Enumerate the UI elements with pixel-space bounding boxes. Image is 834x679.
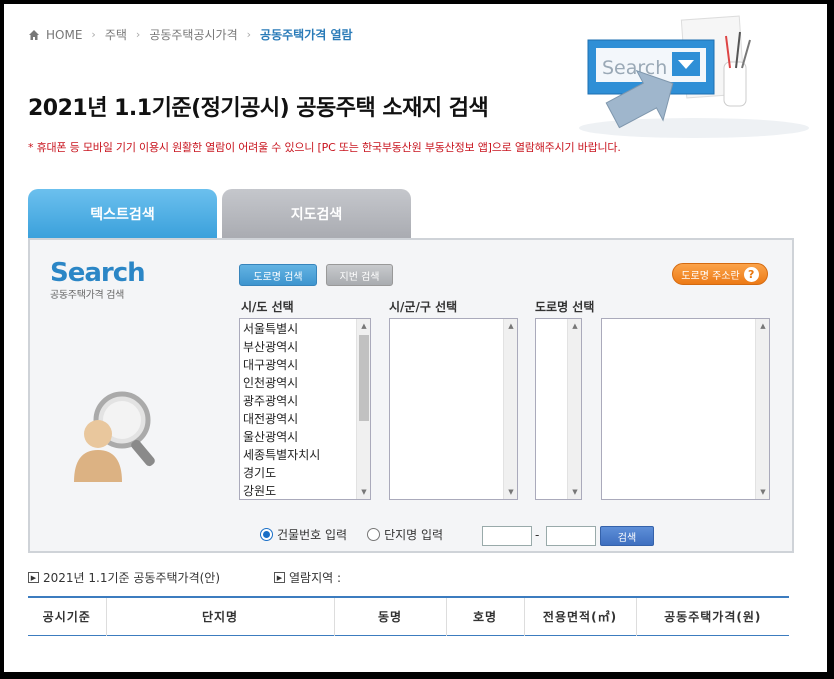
search-button[interactable]: 검색 (600, 526, 654, 546)
number-separator: - (535, 528, 540, 542)
person-magnifier-icon (74, 391, 155, 482)
table-header-row: 공시기준 단지명 동명 호명 전용면적(㎡) 공동주택가격(원) (28, 597, 789, 635)
breadcrumb: HOME › 주택 › 공동주택공시가격 › 공동주택가격 열람 (28, 26, 353, 43)
breadcrumb-current: 공동주택가격 열람 (260, 28, 353, 42)
road-name-scrollbar[interactable]: ▲ ▼ (755, 319, 769, 499)
search-logo-title: Search (50, 258, 146, 288)
tab-text-search[interactable]: 텍스트검색 (28, 189, 217, 239)
scroll-up-icon[interactable]: ▲ (568, 319, 581, 333)
sigungu-select-list[interactable]: ▲ ▼ (389, 318, 518, 500)
scroll-down-icon[interactable]: ▼ (504, 485, 517, 499)
hero-search-word: Search (602, 57, 667, 79)
chevron-right-icon: › (91, 28, 96, 41)
sigungu-scrollbar[interactable]: ▲ ▼ (503, 319, 517, 499)
col-building-name: 동명 (334, 597, 447, 635)
col-housing-price: 공동주택가격(원) (636, 597, 789, 635)
col-exclusive-area: 전용면적(㎡) (524, 597, 637, 635)
radio-complex-name-label[interactable]: 단지명 입력 (384, 526, 443, 543)
col-unit-name: 호명 (446, 597, 525, 635)
result-table: 공시기준 단지명 동명 호명 전용면적(㎡) 공동주택가격(원) (28, 596, 789, 636)
col-complex-name: 단지명 (106, 597, 335, 635)
public-notice-label: 2021년 1.1기준 공동주택가격(안) (43, 571, 221, 585)
breadcrumb-home[interactable]: HOME (46, 28, 82, 42)
mobile-notice: * 휴대폰 등 모바일 기기 이용시 원활한 열람이 어려울 수 있으니 [PC… (28, 141, 621, 154)
scroll-up-icon[interactable]: ▲ (756, 319, 769, 333)
sido-option[interactable]: 대전광역시 (243, 410, 370, 428)
sido-option[interactable]: 대구광역시 (243, 356, 370, 374)
search-panel: Search 공동주택가격 검색 도로명 검색 지번 검색 도로명 주소란 ? … (28, 238, 794, 553)
scroll-down-icon[interactable]: ▼ (357, 485, 370, 499)
home-icon (29, 29, 39, 40)
public-notice-info: ▶ 2021년 1.1기준 공동주택가격(안) (28, 569, 220, 586)
breadcrumb-item-housing[interactable]: 주택 (105, 26, 127, 43)
building-number-main-input[interactable] (482, 526, 532, 546)
sido-option[interactable]: 경기도 (243, 464, 370, 482)
lot-number-search-button[interactable]: 지번 검색 (326, 264, 393, 286)
col-public-standard: 공시기준 (28, 597, 107, 635)
arrow-right-icon: ▶ (28, 572, 39, 583)
scroll-up-icon[interactable]: ▲ (504, 319, 517, 333)
road-name-search-button[interactable]: 도로명 검색 (239, 264, 317, 286)
region-info: ▶ 열람지역 : (274, 569, 341, 586)
road-address-guide-button[interactable]: 도로명 주소란 ? (672, 263, 768, 285)
sido-options: 서울특별시 부산광역시 대구광역시 인천광역시 광주광역시 대전광역시 울산광역시 세종특별자… (240, 319, 370, 499)
region-label: 열람지역 : (289, 571, 342, 585)
building-number-sub-input[interactable] (546, 526, 596, 546)
scroll-down-icon[interactable]: ▼ (756, 485, 769, 499)
sido-option[interactable]: 광주광역시 (243, 392, 370, 410)
breadcrumb-item-public-price[interactable]: 공동주택공시가격 (149, 26, 237, 43)
scroll-up-icon[interactable]: ▲ (357, 319, 370, 333)
road-initial-select-list[interactable]: ▲ ▼ (535, 318, 582, 500)
sido-option[interactable]: 울산광역시 (243, 428, 370, 446)
sido-option[interactable]: 서울특별시 (243, 320, 370, 338)
arrow-right-icon: ▶ (274, 572, 285, 583)
road-label: 도로명 선택 (535, 300, 595, 314)
sido-option[interactable]: 강원도 (243, 482, 370, 499)
sido-option[interactable]: 부산광역시 (243, 338, 370, 356)
radio-complex-name[interactable] (367, 528, 381, 541)
sido-scrollbar[interactable]: ▲ ▼ (356, 319, 370, 499)
sido-label: 시/도 선택 (241, 300, 294, 314)
chevron-right-icon: › (246, 28, 252, 41)
page-title: 2021년 1.1기준(정기공시) 공동주택 소재지 검색 (28, 96, 489, 121)
road-initial-scrollbar[interactable]: ▲ ▼ (567, 319, 581, 499)
search-hero-illustration: Search (579, 15, 809, 138)
chevron-right-icon: › (135, 28, 141, 41)
scroll-thumb[interactable] (359, 335, 369, 421)
scroll-down-icon[interactable]: ▼ (568, 485, 581, 499)
sido-option[interactable]: 인천광역시 (243, 374, 370, 392)
input-type-radio-group: 건물번호 입력 단지명 입력 (260, 526, 443, 543)
page-frame: HOME › 주택 › 공동주택공시가격 › 공동주택가격 열람 Search … (4, 4, 827, 672)
road-address-guide-label: 도로명 주소란 (681, 270, 740, 282)
sido-select-list[interactable]: 서울특별시 부산광역시 대구광역시 인천광역시 광주광역시 대전광역시 울산광역시 세종특별자… (239, 318, 371, 500)
tab-map-search[interactable]: 지도검색 (222, 189, 411, 239)
search-logo: Search 공동주택가격 검색 (50, 258, 146, 301)
sigungu-label: 시/군/구 선택 (389, 300, 458, 314)
sido-option[interactable]: 세종특별자치시 (243, 446, 370, 464)
radio-building-number-label[interactable]: 건물번호 입력 (277, 526, 347, 543)
radio-building-number[interactable] (260, 528, 273, 541)
search-logo-subtitle: 공동주택가격 검색 (50, 290, 125, 301)
road-name-select-list[interactable]: ▲ ▼ (601, 318, 770, 500)
help-icon: ? (743, 266, 759, 282)
